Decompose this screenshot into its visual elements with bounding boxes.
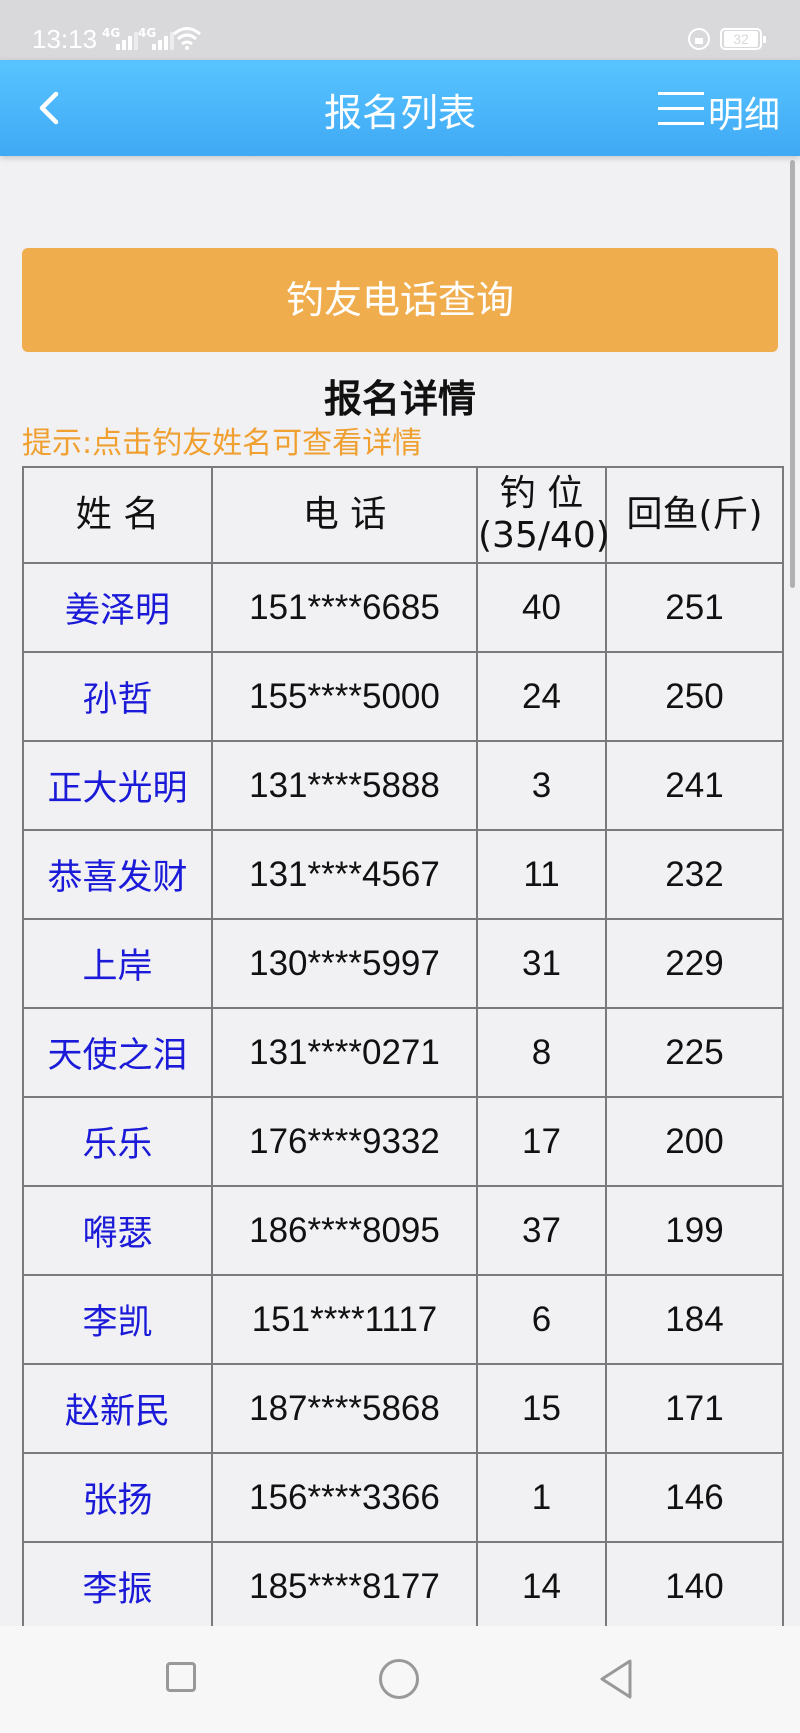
phone-cell: 187****5868 <box>211 1363 478 1454</box>
table-row: 姜泽明 151****6685 40 251 <box>22 562 784 653</box>
battery-level: 32 <box>724 31 758 47</box>
spot-cell: 17 <box>476 1096 607 1187</box>
angler-name-link[interactable]: 恭喜发财 <box>22 829 213 920</box>
battery-icon: 32 <box>720 28 766 50</box>
phone-cell: 176****9332 <box>211 1096 478 1187</box>
wifi-icon <box>173 27 201 50</box>
catch-weight-cell: 200 <box>605 1096 784 1187</box>
phone-cell: 186****8095 <box>211 1185 478 1276</box>
table-row: 上岸 130****5997 31 229 <box>22 918 784 1009</box>
column-header-phone: 电 话 <box>211 466 478 564</box>
angler-name-link[interactable]: 赵新民 <box>22 1363 213 1454</box>
status-bar: 13:13 4G 4G 32 <box>0 0 800 60</box>
rotation-lock-icon <box>688 28 710 50</box>
table-row: 赵新民 187****5868 15 171 <box>22 1363 784 1454</box>
spot-cell: 6 <box>476 1274 607 1365</box>
table-row: 张扬 156****3366 1 146 <box>22 1452 784 1543</box>
angler-name-link[interactable]: 孙哲 <box>22 651 213 742</box>
catch-weight-cell: 241 <box>605 740 784 831</box>
table-header-row: 姓 名 电 话 钓 位 (35/40) 回鱼(斤) <box>22 466 784 564</box>
phone-cell: 131****4567 <box>211 829 478 920</box>
square-icon[interactable] <box>166 1662 196 1692</box>
catch-weight-cell: 140 <box>605 1541 784 1632</box>
angler-name-link[interactable]: 正大光明 <box>22 740 213 831</box>
phone-cell: 151****6685 <box>211 562 478 653</box>
catch-weight-cell: 184 <box>605 1274 784 1365</box>
spot-cell: 11 <box>476 829 607 920</box>
angler-name-link[interactable]: 李振 <box>22 1541 213 1632</box>
table-row: 正大光明 131****5888 3 241 <box>22 740 784 831</box>
table-row: 李凯 151****1117 6 184 <box>22 1274 784 1365</box>
registration-table: 姓 名 电 话 钓 位 (35/40) 回鱼(斤) 姜泽明 151****6685… <box>22 466 784 1632</box>
spot-header-count: (35/40) <box>478 515 610 556</box>
column-header-name: 姓 名 <box>22 466 213 564</box>
spot-cell: 15 <box>476 1363 607 1454</box>
app-header: 报名列表 明细 <box>0 60 800 156</box>
angler-name-link[interactable]: 姜泽明 <box>22 562 213 653</box>
angler-name-link[interactable]: 乐乐 <box>22 1096 213 1187</box>
status-time: 13:13 <box>32 24 98 54</box>
spot-cell: 24 <box>476 651 607 742</box>
phone-cell: 130****5997 <box>211 918 478 1009</box>
table-row: 李振 185****8177 14 140 <box>22 1541 784 1632</box>
spot-cell: 1 <box>476 1452 607 1543</box>
catch-weight-cell: 225 <box>605 1007 784 1098</box>
phone-cell: 131****5888 <box>211 740 478 831</box>
spot-cell: 8 <box>476 1007 607 1098</box>
table-row: 嘚瑟 186****8095 37 199 <box>22 1185 784 1276</box>
angler-name-link[interactable]: 嘚瑟 <box>22 1185 213 1276</box>
phone-cell: 131****0271 <box>211 1007 478 1098</box>
triangle-left-icon[interactable] <box>598 1658 634 1700</box>
spot-cell: 40 <box>476 562 607 653</box>
catch-weight-cell: 171 <box>605 1363 784 1454</box>
column-header-spot: 钓 位 (35/40) <box>476 466 610 564</box>
table-row: 乐乐 176****9332 17 200 <box>22 1096 784 1187</box>
angler-name-link[interactable]: 天使之泪 <box>22 1007 213 1098</box>
spot-cell: 31 <box>476 918 607 1009</box>
angler-name-link[interactable]: 李凯 <box>22 1274 213 1365</box>
hamburger-icon[interactable] <box>658 90 704 128</box>
table-row: 孙哲 155****5000 24 250 <box>22 651 784 742</box>
catch-weight-cell: 199 <box>605 1185 784 1276</box>
spot-cell: 37 <box>476 1185 607 1276</box>
angler-name-link[interactable]: 上岸 <box>22 918 213 1009</box>
catch-weight-cell: 232 <box>605 829 784 920</box>
spot-header-label: 钓 位 <box>499 473 584 514</box>
angler-name-link[interactable]: 张扬 <box>22 1452 213 1543</box>
catch-weight-cell: 250 <box>605 651 784 742</box>
catch-weight-cell: 229 <box>605 918 784 1009</box>
spot-cell: 3 <box>476 740 607 831</box>
angler-phone-search-button[interactable]: 钓友电话查询 <box>22 248 778 352</box>
detail-button[interactable]: 明细 <box>708 86 780 138</box>
system-nav-bar <box>0 1626 800 1733</box>
column-header-catch: 回鱼(斤) <box>605 466 784 564</box>
phone-cell: 156****3366 <box>211 1452 478 1543</box>
phone-cell: 151****1117 <box>211 1274 478 1365</box>
table-row: 恭喜发财 131****4567 11 232 <box>22 829 784 920</box>
section-title: 报名详情 <box>323 377 476 421</box>
catch-weight-cell: 146 <box>605 1452 784 1543</box>
catch-weight-cell: 251 <box>605 562 784 653</box>
hint-text: 提示:点击钓友姓名可查看详情 <box>22 426 423 461</box>
circle-icon[interactable] <box>379 1659 419 1699</box>
table-row: 天使之泪 131****0271 8 225 <box>22 1007 784 1098</box>
phone-cell: 185****8177 <box>211 1541 478 1632</box>
phone-cell: 155****5000 <box>211 651 478 742</box>
spot-cell: 14 <box>476 1541 607 1632</box>
